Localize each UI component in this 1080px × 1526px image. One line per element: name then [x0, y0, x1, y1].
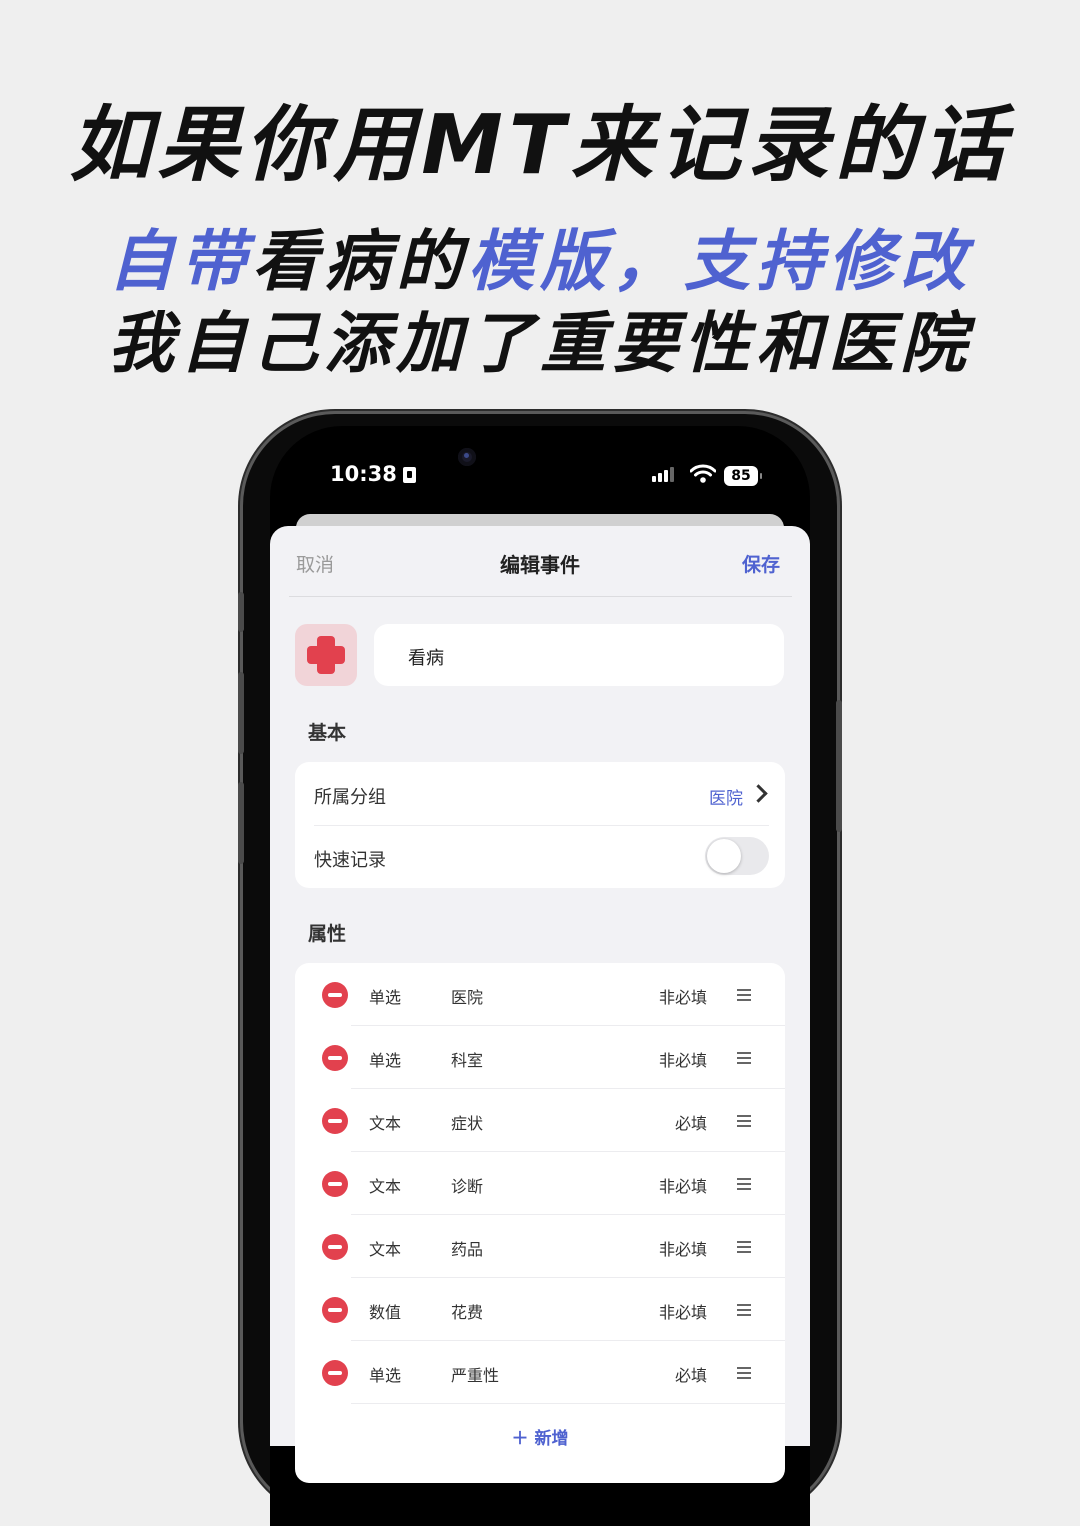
chevron-right-icon	[749, 784, 768, 803]
lock-icon	[402, 467, 416, 483]
headline-part-2: 看病的	[252, 223, 468, 300]
event-name-value: 看病	[408, 648, 444, 669]
medical-cross-icon-bar	[307, 646, 345, 664]
headline-line-1: 如果你用MT来记录的话	[69, 98, 1011, 193]
drag-handle-icon[interactable]	[737, 1115, 751, 1127]
volume-up-button	[238, 672, 244, 754]
attribute-required: 必填	[674, 1114, 707, 1133]
remove-icon[interactable]	[322, 1108, 348, 1134]
group-value: 医院	[709, 789, 743, 809]
drag-handle-icon[interactable]	[737, 1052, 751, 1064]
status-time-text: 10:38	[330, 462, 397, 486]
status-time: 10:38	[330, 462, 416, 486]
attribute-type: 单选	[369, 1366, 402, 1385]
row-divider	[351, 1403, 785, 1404]
attributes-card: 单选 医院 非必填 单选 科室 非必填 文本 症状 必填 文本 诊断 非必填 文本 药品 非必填 数值 花费 非必…	[295, 963, 785, 1483]
power-button	[836, 700, 842, 832]
section-attributes-label: 属性	[308, 923, 347, 945]
toggle-knob	[707, 839, 741, 873]
attribute-name: 症状	[451, 1114, 484, 1133]
quick-record-label: 快速记录	[314, 850, 386, 871]
cancel-button[interactable]: 取消	[296, 550, 334, 577]
headline-line-3: 我自己添加了重要性和医院	[108, 305, 972, 382]
remove-icon[interactable]	[322, 1297, 348, 1323]
wifi-icon	[690, 464, 716, 483]
event-name-input[interactable]: 看病	[374, 624, 784, 686]
attribute-name: 科室	[451, 1051, 484, 1070]
attribute-name: 药品	[451, 1240, 484, 1259]
headline-part-3: 模版，	[468, 223, 684, 300]
drag-handle-icon[interactable]	[737, 1304, 751, 1316]
attribute-name: 严重性	[451, 1366, 500, 1385]
attribute-row[interactable]: 单选 医院 非必填	[295, 963, 785, 1026]
drag-handle-icon[interactable]	[737, 1241, 751, 1253]
remove-icon[interactable]	[322, 1360, 348, 1386]
attribute-required: 非必填	[658, 1051, 707, 1070]
section-basic-label: 基本	[308, 722, 347, 744]
attribute-required: 非必填	[658, 988, 707, 1007]
group-label: 所属分组	[314, 787, 386, 808]
attribute-type: 单选	[369, 988, 402, 1007]
nav-divider	[289, 596, 792, 597]
remove-icon[interactable]	[322, 1234, 348, 1260]
attribute-required: 非必填	[658, 1240, 707, 1259]
row-divider	[314, 825, 769, 826]
event-icon-picker[interactable]	[295, 624, 357, 686]
volume-down-button	[238, 782, 244, 864]
front-camera	[458, 448, 476, 466]
attribute-type: 数值	[369, 1303, 402, 1322]
headline-part-4: 支持修改	[684, 223, 972, 300]
attribute-type: 文本	[369, 1240, 402, 1259]
attribute-row[interactable]: 单选 严重性 必填	[295, 1341, 785, 1404]
mute-switch	[238, 592, 244, 632]
remove-icon[interactable]	[322, 1171, 348, 1197]
save-button[interactable]: 保存	[742, 550, 780, 577]
attribute-name: 花费	[451, 1303, 484, 1322]
add-attribute-button[interactable]: ＋ 新增	[295, 1424, 785, 1449]
attribute-row[interactable]: 文本 诊断 非必填	[295, 1152, 785, 1215]
attribute-row[interactable]: 文本 药品 非必填	[295, 1215, 785, 1278]
attribute-type: 单选	[369, 1051, 402, 1070]
attribute-name: 诊断	[451, 1177, 484, 1196]
attribute-name: 医院	[451, 988, 484, 1007]
attribute-required: 非必填	[658, 1303, 707, 1322]
drag-handle-icon[interactable]	[737, 1178, 751, 1190]
headline-part-1: 自带	[108, 223, 252, 300]
quick-record-toggle[interactable]	[705, 837, 769, 875]
attribute-required: 非必填	[658, 1177, 707, 1196]
drag-handle-icon[interactable]	[737, 989, 751, 1001]
page-title: 编辑事件	[500, 553, 580, 577]
attribute-row[interactable]: 单选 科室 非必填	[295, 1026, 785, 1089]
drag-handle-icon[interactable]	[737, 1367, 751, 1379]
attribute-row[interactable]: 数值 花费 非必填	[295, 1278, 785, 1341]
battery-icon: 85	[724, 466, 762, 486]
basic-card: 所属分组 医院 快速记录	[295, 762, 785, 888]
remove-icon[interactable]	[322, 982, 348, 1008]
attribute-row[interactable]: 文本 症状 必填	[295, 1089, 785, 1152]
attribute-type: 文本	[369, 1177, 402, 1196]
attribute-type: 文本	[369, 1114, 402, 1133]
attribute-required: 必填	[674, 1366, 707, 1385]
remove-icon[interactable]	[322, 1045, 348, 1071]
group-row[interactable]: 所属分组 医院	[295, 762, 785, 825]
